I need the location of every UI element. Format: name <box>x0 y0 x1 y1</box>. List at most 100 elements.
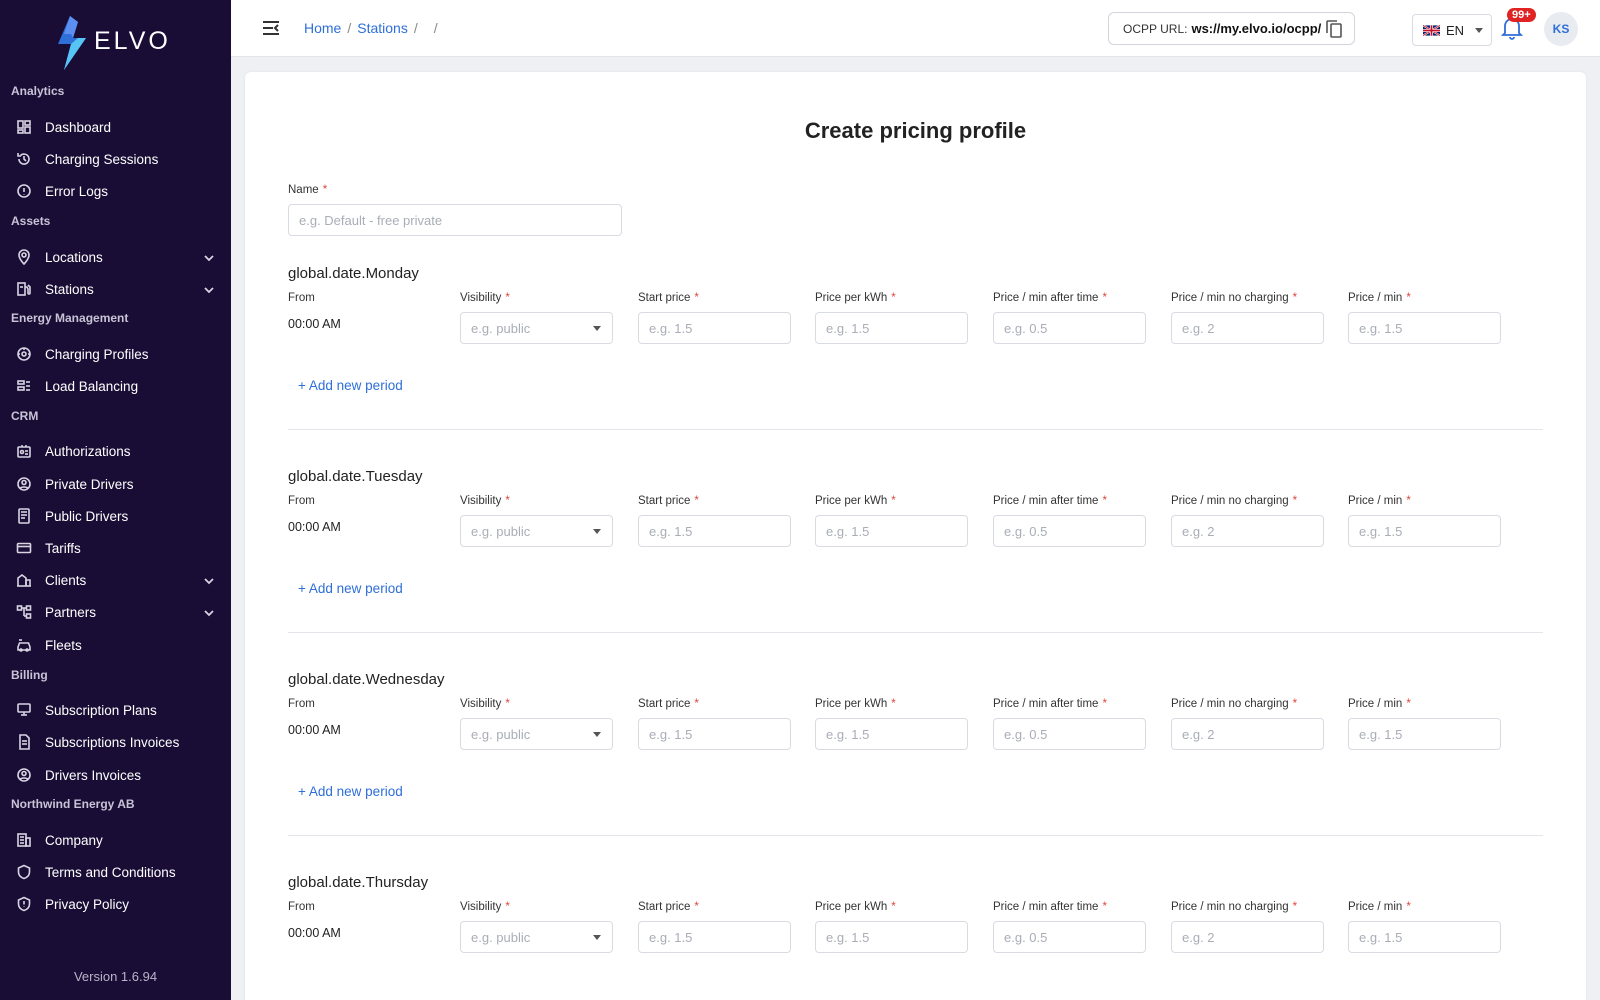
price-min-after-time-input[interactable] <box>993 921 1146 953</box>
language-value: EN <box>1446 22 1465 38</box>
add-new-period-button[interactable]: + Add new period <box>298 784 403 799</box>
day-title-wednesday: global.date.Wednesday <box>288 671 445 688</box>
copy-url-button[interactable] <box>1326 20 1342 41</box>
price-min-input[interactable] <box>1348 718 1501 750</box>
day-title-tuesday: global.date.Tuesday <box>288 468 423 485</box>
price-min-no-charging-input[interactable] <box>1171 515 1324 547</box>
elvo-logo[interactable]: ELVO <box>56 16 171 70</box>
menu-collapse-button[interactable] <box>261 18 281 43</box>
hierarchy-icon <box>15 604 32 621</box>
price-min-after-time-label: Price / min after time * <box>993 698 1107 710</box>
sidebar-item-label: Partners <box>45 604 97 620</box>
sidebar-item-authorizations[interactable]: Authorizations <box>0 437 231 465</box>
chevron-down-icon <box>593 529 601 534</box>
app-version: Version 1.6.94 <box>73 969 158 984</box>
language-select[interactable]: EN <box>1412 14 1492 46</box>
from-label: From <box>288 698 315 710</box>
price-min-no-charging-label: Price / min no charging * <box>1171 698 1298 710</box>
name-input[interactable] <box>288 204 622 236</box>
breadcrumb: Home / Stations / / <box>304 20 438 36</box>
start-price-label: Start price * <box>638 698 699 710</box>
price-min-input[interactable] <box>1348 515 1501 547</box>
visibility-select[interactable]: e.g. public <box>460 718 613 750</box>
sidebar-item-subscriptions-invoices[interactable]: Subscriptions Invoices <box>0 728 231 756</box>
visibility-label: Visibility * <box>460 292 510 304</box>
sidebar-item-label: Locations <box>45 249 103 265</box>
chevron-down-icon <box>203 574 215 592</box>
sidebar-item-tariffs[interactable]: Tariffs <box>0 534 231 562</box>
gauge-icon <box>15 346 32 363</box>
sidebar-item-label: Public Drivers <box>45 508 129 524</box>
start-price-input[interactable] <box>638 312 791 344</box>
sidebar-item-charging-sessions[interactable]: Charging Sessions <box>0 145 231 173</box>
price-min-after-time-input[interactable] <box>993 312 1146 344</box>
from-label: From <box>288 495 315 507</box>
sidebar-item-stations[interactable]: Stations <box>0 275 231 303</box>
sidebar-item-fleets[interactable]: Fleets <box>0 631 231 659</box>
sidebar-item-dashboard[interactable]: Dashboard <box>0 113 231 141</box>
price-min-label: Price / min * <box>1348 495 1411 507</box>
add-new-period-button[interactable]: + Add new period <box>298 378 403 393</box>
price-min-no-charging-input[interactable] <box>1171 921 1324 953</box>
sidebar-item-privacy-policy[interactable]: Privacy Policy <box>0 890 231 918</box>
price-min-input[interactable] <box>1348 921 1501 953</box>
sidebar-item-clients[interactable]: Clients <box>0 566 231 594</box>
price-min-after-time-input[interactable] <box>993 718 1146 750</box>
visibility-select[interactable]: e.g. public <box>460 515 613 547</box>
user-avatar[interactable]: KS <box>1544 12 1578 46</box>
sidebar-item-public-drivers[interactable]: Public Drivers <box>0 502 231 530</box>
sidebar-item-label: Subscription Plans <box>45 702 157 718</box>
from-time-value[interactable]: 00:00 AM <box>288 926 341 940</box>
price-per-kwh-input[interactable] <box>815 921 968 953</box>
history-icon <box>15 151 32 168</box>
sidebar-item-partners[interactable]: Partners <box>0 598 231 626</box>
chevron-down-icon <box>593 326 601 331</box>
price-min-no-charging-input[interactable] <box>1171 312 1324 344</box>
page-title: Create pricing profile <box>804 118 1027 143</box>
sidebar-item-label: Private Drivers <box>45 476 134 492</box>
sidebar-item-company[interactable]: Company <box>0 826 231 854</box>
sidebar-item-label: Clients <box>45 572 87 588</box>
price-min-after-time-input[interactable] <box>993 515 1146 547</box>
building-icon <box>15 832 32 849</box>
start-price-label: Start price * <box>638 292 699 304</box>
sidebar-section-energy-management: Energy Management <box>11 311 129 325</box>
start-price-input[interactable] <box>638 921 791 953</box>
from-time-value[interactable]: 00:00 AM <box>288 520 341 534</box>
sidebar-item-locations[interactable]: Locations <box>0 243 231 271</box>
section-divider <box>288 632 1543 633</box>
price-min-after-time-label: Price / min after time * <box>993 495 1107 507</box>
start-price-input[interactable] <box>638 515 791 547</box>
sidebar-item-subscription-plans[interactable]: Subscription Plans <box>0 696 231 724</box>
price-min-input[interactable] <box>1348 312 1501 344</box>
from-label: From <box>288 901 315 913</box>
price-per-kwh-label: Price per kWh * <box>815 292 896 304</box>
price-per-kwh-input[interactable] <box>815 515 968 547</box>
sidebar-item-charging-profiles[interactable]: Charging Profiles <box>0 340 231 368</box>
ocpp-url-box: OCPP URL: ws://my.elvo.io/ocpp/ <box>1108 12 1355 45</box>
map-pin-icon <box>15 249 32 266</box>
sidebar-item-label: Subscriptions Invoices <box>45 734 180 750</box>
from-time-value[interactable]: 00:00 AM <box>288 317 341 331</box>
breadcrumb-stations[interactable]: Stations <box>357 20 408 36</box>
price-per-kwh-input[interactable] <box>815 312 968 344</box>
sidebar-item-error-logs[interactable]: Error Logs <box>0 177 231 205</box>
sidebar-item-drivers-invoices[interactable]: Drivers Invoices <box>0 761 231 789</box>
from-time-value[interactable]: 00:00 AM <box>288 723 341 737</box>
add-new-period-button[interactable]: + Add new period <box>298 581 403 596</box>
shield-alert-icon <box>15 896 32 913</box>
start-price-input[interactable] <box>638 718 791 750</box>
sidebar-item-terms-and-conditions[interactable]: Terms and Conditions <box>0 858 231 886</box>
price-min-no-charging-input[interactable] <box>1171 718 1324 750</box>
visibility-select[interactable]: e.g. public <box>460 921 613 953</box>
ocpp-url-label: OCPP URL: <box>1123 21 1188 36</box>
price-per-kwh-input[interactable] <box>815 718 968 750</box>
chevron-down-icon <box>593 935 601 940</box>
sidebar-item-load-balancing[interactable]: Load Balancing <box>0 372 231 400</box>
document-icon <box>15 734 32 751</box>
menu-collapse-icon <box>263 21 279 35</box>
breadcrumb-home[interactable]: Home <box>304 20 341 36</box>
sidebar-item-label: Dashboard <box>45 119 112 135</box>
visibility-select[interactable]: e.g. public <box>460 312 613 344</box>
sidebar-item-private-drivers[interactable]: Private Drivers <box>0 470 231 498</box>
